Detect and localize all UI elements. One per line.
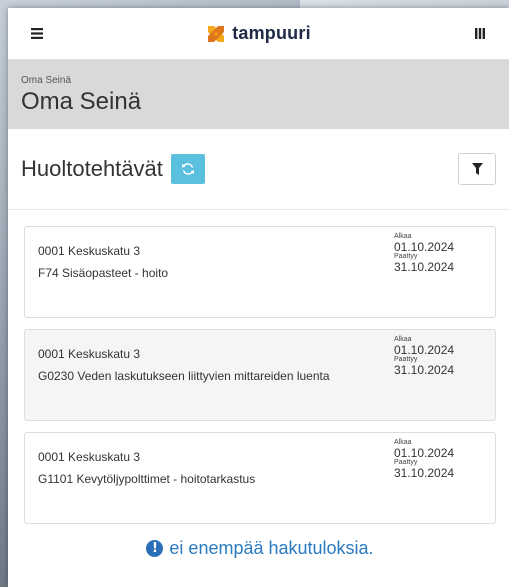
- apps-button[interactable]: [465, 19, 495, 49]
- task-dates: Alkaa 01.10.2024 Paattyy 31.10.2024: [394, 439, 454, 479]
- app-window: tampuuri Oma Seinä Oma Seinä Huoltotehtä…: [8, 8, 509, 587]
- no-more-results: ! ei enempää hakutuloksia.: [24, 538, 496, 559]
- end-date: 31.10.2024: [394, 466, 455, 480]
- task-card[interactable]: 0001 Keskuskatu 3 G0230 Veden laskutukse…: [24, 329, 496, 421]
- task-address: 0001 Keskuskatu 3: [38, 347, 141, 361]
- no-more-text: ei enempää hakutuloksia.: [169, 538, 374, 558]
- task-card[interactable]: 0001 Keskuskatu 3 G1101 Kevytöljypolttim…: [24, 432, 496, 524]
- end-date: 31.10.2024: [394, 260, 455, 274]
- menu-button[interactable]: [22, 19, 52, 49]
- page-header: Oma Seinä Oma Seinä: [8, 60, 509, 129]
- task-list: 0001 Keskuskatu 3 F74 Sisäopasteet - hoi…: [8, 210, 509, 559]
- refresh-button[interactable]: [170, 154, 205, 184]
- end-date: 31.10.2024: [394, 363, 455, 377]
- filter-button[interactable]: [458, 153, 496, 185]
- task-dates: Alkaa 01.10.2024 Paattyy 31.10.2024: [394, 336, 454, 376]
- tampuuri-logo[interactable]: tampuuri: [206, 23, 311, 44]
- task-dates: Alkaa 01.10.2024 Paattyy 31.10.2024: [394, 233, 454, 273]
- task-name: G0230 Veden laskutukseen liittyvien mitt…: [38, 369, 330, 383]
- top-bar: tampuuri: [8, 8, 509, 60]
- breadcrumb: Oma Seinä: [21, 75, 72, 86]
- start-date: 01.10.2024: [394, 343, 455, 357]
- logo-text: tampuuri: [232, 23, 311, 43]
- hamburger-icon: [31, 28, 43, 39]
- filter-icon: [471, 163, 483, 175]
- task-address: 0001 Keskuskatu 3: [38, 450, 141, 464]
- refresh-icon: [181, 163, 194, 175]
- section-title-wrap: Huoltotehtävät: [21, 154, 205, 184]
- section-title: Huoltotehtävät: [21, 156, 163, 181]
- apps-icon: [474, 28, 485, 39]
- info-icon: !: [146, 540, 164, 557]
- logo-mark-icon: [208, 25, 225, 42]
- start-date: 01.10.2024: [394, 446, 455, 460]
- task-address: 0001 Keskuskatu 3: [38, 244, 141, 258]
- task-name: F74 Sisäopasteet - hoito: [38, 266, 169, 280]
- task-name: G1101 Kevytöljypolttimet - hoitotarkastu…: [38, 472, 256, 486]
- section-header: Huoltotehtävät: [8, 129, 509, 210]
- start-date: 01.10.2024: [394, 240, 455, 254]
- page-title: Oma Seinä: [21, 88, 142, 115]
- task-card[interactable]: 0001 Keskuskatu 3 F74 Sisäopasteet - hoi…: [24, 226, 496, 318]
